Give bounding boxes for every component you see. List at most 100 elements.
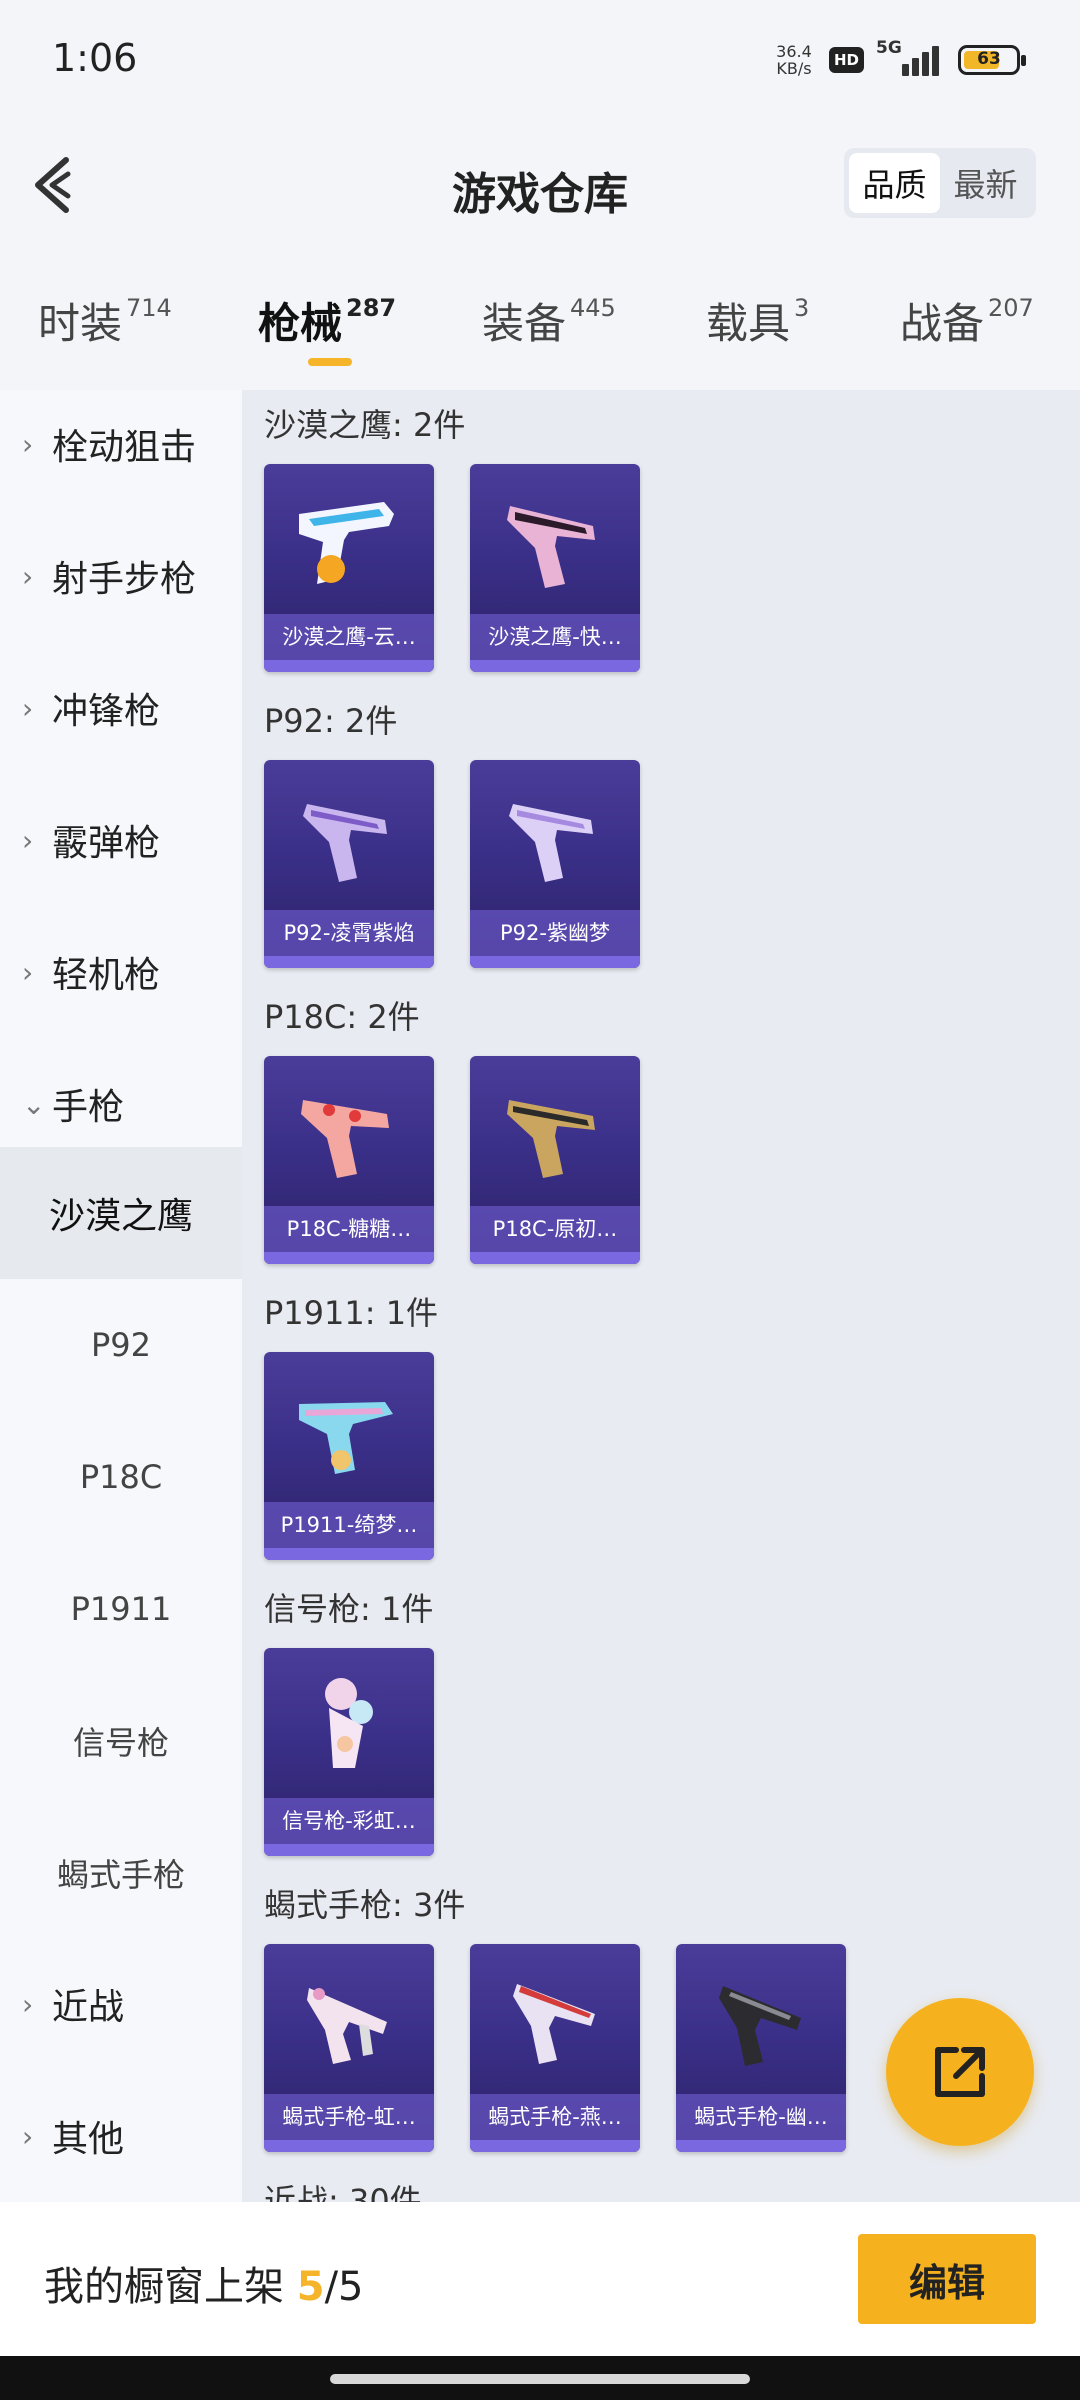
skin-card[interactable]: 蝎式手枪-燕… bbox=[470, 1944, 640, 2152]
chevron-right-icon: › bbox=[22, 823, 34, 857]
edit-button[interactable]: 编辑 bbox=[858, 2234, 1036, 2324]
skin-card[interactable]: 沙漠之鹰-快… bbox=[470, 464, 640, 672]
pistol-icon bbox=[264, 760, 434, 910]
group-title: 近战: 30件 bbox=[264, 2182, 422, 2202]
network-speed-value: 36.4 bbox=[776, 42, 812, 61]
sidebar-item-label: 近战 bbox=[52, 1987, 125, 2028]
skin-name: P18C-糖糖… bbox=[264, 1206, 434, 1252]
tab-count: 207 bbox=[988, 294, 1034, 322]
sidebar-item-melee[interactable]: › 近战 bbox=[0, 1938, 242, 2070]
sort-latest-button[interactable]: 最新 bbox=[940, 153, 1031, 213]
skin-card[interactable]: P92-凌霄紫焰 bbox=[264, 760, 434, 968]
tab-equipment[interactable]: 装备 445 bbox=[482, 290, 616, 351]
category-tabs: 时装 714 枪械 287 装备 445 载具 3 战备 207 bbox=[0, 290, 1080, 390]
skin-name: P1911-绮梦… bbox=[264, 1502, 434, 1548]
tab-label: 载具 bbox=[706, 299, 791, 348]
sidebar-sub-flare-gun[interactable]: 信号枪 bbox=[0, 1675, 242, 1807]
smg-icon bbox=[470, 1944, 640, 2094]
chevron-right-icon: › bbox=[22, 2119, 34, 2153]
showcase-separator: / bbox=[324, 2264, 339, 2310]
item-grid: 沙漠之鹰: 2件 沙漠之鹰-云… 沙漠之鹰-快… P92: 2件 P92-凌霄紫… bbox=[242, 390, 1080, 2202]
tab-vehicles[interactable]: 载具 3 bbox=[706, 290, 809, 351]
sidebar-item-other[interactable]: › 其他 bbox=[0, 2070, 242, 2202]
sidebar-item-label: 轻机枪 bbox=[52, 955, 161, 996]
skin-name: P18C-原初… bbox=[470, 1206, 640, 1252]
smg-icon bbox=[264, 1944, 434, 2094]
skin-name: 蝎式手枪-幽… bbox=[676, 2094, 846, 2140]
skin-card[interactable]: 信号枪-彩虹… bbox=[264, 1648, 434, 1856]
smg-icon bbox=[676, 1944, 846, 2094]
sidebar: › 栓动狙击 › 射手步枪 › 冲锋枪 › 霰弹枪 › 轻机枪 ⌄ 手枪 沙漠之… bbox=[0, 390, 242, 2202]
tab-count: 445 bbox=[570, 294, 616, 322]
sort-quality-button[interactable]: 品质 bbox=[849, 153, 940, 213]
chevron-right-icon: › bbox=[22, 559, 34, 593]
sidebar-item-lmg[interactable]: › 轻机枪 bbox=[0, 906, 242, 1038]
signal-icon: 5G bbox=[876, 38, 946, 80]
sidebar-sub-p1911[interactable]: P1911 bbox=[0, 1543, 242, 1675]
active-tab-indicator bbox=[308, 358, 352, 366]
skin-name: 沙漠之鹰-云… bbox=[264, 614, 434, 660]
tab-tactical[interactable]: 战备 207 bbox=[900, 290, 1034, 351]
showcase-bar: 我的橱窗上架 5/5 编辑 bbox=[0, 2202, 1080, 2356]
sidebar-sub-skorpion[interactable]: 蝎式手枪 bbox=[0, 1807, 242, 1939]
tab-label: 枪械 bbox=[258, 299, 343, 348]
sidebar-item-shotgun[interactable]: › 霰弹枪 bbox=[0, 774, 242, 906]
skin-name: P92-凌霄紫焰 bbox=[264, 910, 434, 956]
pistol-icon bbox=[470, 464, 640, 614]
group-title: P92: 2件 bbox=[264, 702, 398, 740]
pistol-icon bbox=[264, 464, 434, 614]
pistol-icon bbox=[470, 1056, 640, 1206]
showcase-current: 5 bbox=[296, 2264, 325, 2310]
skin-card[interactable]: P1911-绮梦… bbox=[264, 1352, 434, 1560]
group-title: 蝎式手枪: 3件 bbox=[264, 1886, 466, 1924]
tab-label: 时装 bbox=[38, 299, 123, 348]
sidebar-sub-p18c[interactable]: P18C bbox=[0, 1411, 242, 1543]
skin-card[interactable]: P18C-原初… bbox=[470, 1056, 640, 1264]
network-type: 5G bbox=[876, 38, 902, 58]
share-external-icon[interactable] bbox=[886, 1998, 1034, 2146]
chevron-right-icon: › bbox=[22, 691, 34, 725]
battery-level: 63 bbox=[977, 49, 1001, 69]
skin-name: 信号枪-彩虹… bbox=[264, 1798, 434, 1844]
pistol-icon bbox=[264, 1056, 434, 1206]
top-bar: 游戏仓库 品质 最新 bbox=[0, 130, 1080, 240]
chevron-right-icon: › bbox=[22, 955, 34, 989]
pistol-icon bbox=[470, 760, 640, 910]
sort-toggle: 品质 最新 bbox=[844, 148, 1036, 218]
tab-fashion[interactable]: 时装 714 bbox=[38, 290, 172, 351]
pistol-icon bbox=[264, 1352, 434, 1502]
battery-icon: 63 bbox=[958, 45, 1026, 75]
sidebar-item-label: 其他 bbox=[52, 2119, 125, 2160]
tab-label: 装备 bbox=[482, 299, 567, 348]
showcase-label: 我的橱窗上架 bbox=[44, 2264, 284, 2310]
skin-card[interactable]: 沙漠之鹰-云… bbox=[264, 464, 434, 672]
status-time: 1:06 bbox=[52, 36, 138, 80]
skin-name: 蝎式手枪-虹… bbox=[264, 2094, 434, 2140]
sidebar-sub-p92[interactable]: P92 bbox=[0, 1279, 242, 1411]
group-title: 信号枪: 1件 bbox=[264, 1590, 434, 1628]
skin-name: 沙漠之鹰-快… bbox=[470, 614, 640, 660]
sidebar-item-bolt-sniper[interactable]: › 栓动狙击 bbox=[0, 378, 242, 510]
group-title: 沙漠之鹰: 2件 bbox=[264, 406, 466, 444]
sidebar-item-smg[interactable]: › 冲锋枪 bbox=[0, 642, 242, 774]
home-indicator[interactable] bbox=[330, 2374, 750, 2384]
sidebar-sub-desert-eagle[interactable]: 沙漠之鹰 bbox=[0, 1147, 242, 1279]
skin-card[interactable]: 蝎式手枪-虹… bbox=[264, 1944, 434, 2152]
chevron-down-icon: ⌄ bbox=[22, 1087, 46, 1121]
skin-card[interactable]: P18C-糖糖… bbox=[264, 1056, 434, 1264]
skin-card[interactable]: 蝎式手枪-幽… bbox=[676, 1944, 846, 2152]
chevron-right-icon: › bbox=[22, 1987, 34, 2021]
group-title: P18C: 2件 bbox=[264, 998, 420, 1036]
showcase-total: 5 bbox=[338, 2264, 364, 2310]
skin-name: 蝎式手枪-燕… bbox=[470, 2094, 640, 2140]
skin-card[interactable]: P92-紫幽梦 bbox=[470, 760, 640, 968]
sidebar-item-label: 射手步枪 bbox=[52, 559, 197, 600]
tab-count: 714 bbox=[126, 294, 172, 322]
tab-count: 3 bbox=[794, 294, 810, 322]
tab-firearms[interactable]: 枪械 287 bbox=[258, 290, 396, 351]
tab-count: 287 bbox=[346, 294, 397, 322]
sidebar-item-marksman[interactable]: › 射手步枪 bbox=[0, 510, 242, 642]
sidebar-item-label: 手枪 bbox=[52, 1087, 125, 1128]
hd-badge: HD bbox=[828, 47, 864, 73]
chevron-right-icon: › bbox=[22, 427, 34, 461]
